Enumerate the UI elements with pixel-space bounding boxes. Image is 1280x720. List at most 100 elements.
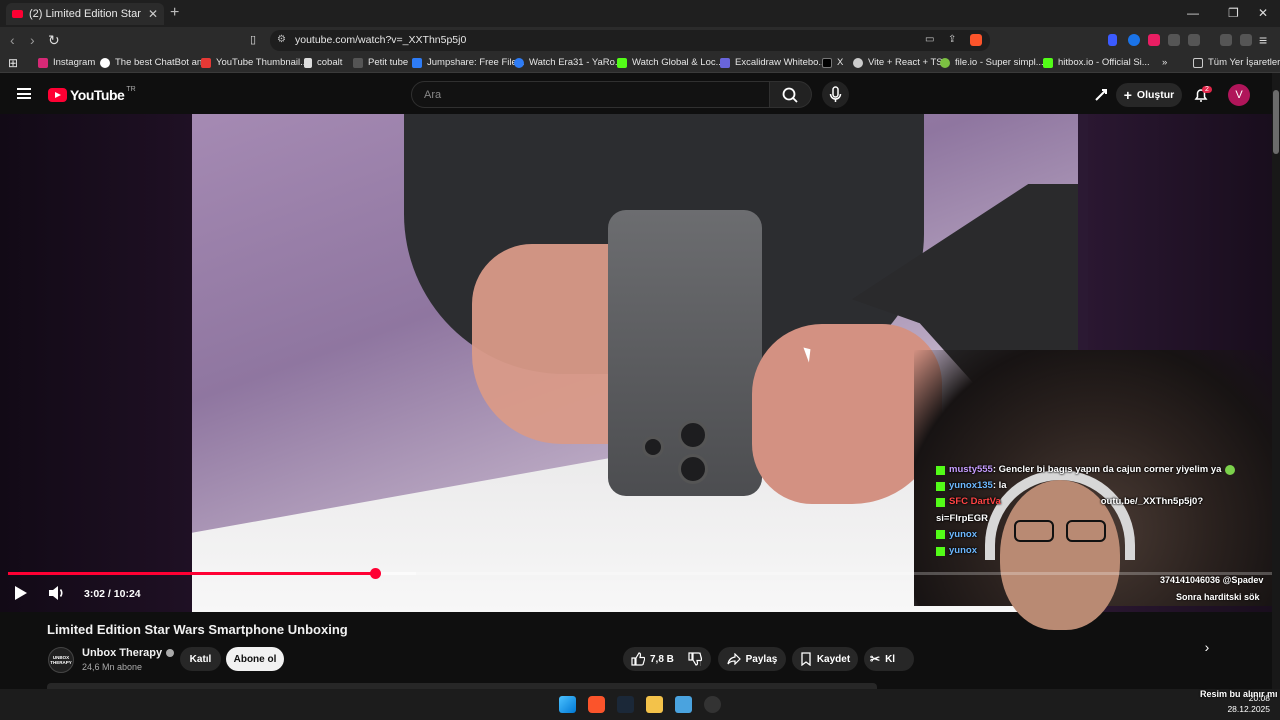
file-explorer-icon[interactable] bbox=[646, 696, 663, 713]
obs-icon[interactable] bbox=[704, 696, 721, 713]
progress-bar[interactable] bbox=[8, 568, 1272, 579]
subscriber-count: 24,6 Mn abone bbox=[82, 662, 143, 672]
stream-chat-overlay: musty555: Gencler bi bagıs yapın da caju… bbox=[936, 462, 1236, 559]
play-button[interactable] bbox=[15, 586, 27, 600]
youtube-header: YouTube TR + Oluştur 2 V bbox=[0, 73, 1280, 114]
phone-camera-lens bbox=[678, 420, 708, 450]
menu-icon[interactable]: ≡ bbox=[1259, 32, 1267, 48]
cobalt-icon bbox=[304, 57, 312, 68]
puzzle-icon[interactable] bbox=[1168, 34, 1180, 46]
kick-badge-icon bbox=[936, 465, 945, 475]
share-arrow-icon bbox=[727, 653, 741, 665]
brave-shield-icon[interactable] bbox=[970, 34, 982, 46]
bookmark-item[interactable]: file.io - Super simpl... bbox=[940, 57, 1044, 68]
reload-icon[interactable]: ↻ bbox=[48, 32, 60, 49]
share-page-icon[interactable]: ⇪ bbox=[948, 34, 956, 45]
more-bookmarks-icon[interactable]: » bbox=[1162, 57, 1167, 68]
search-box[interactable] bbox=[411, 81, 770, 108]
browser-tab-active[interactable]: (2) Limited Edition Star Wars Smartphone… bbox=[6, 3, 164, 25]
extension-icon[interactable] bbox=[1148, 34, 1160, 46]
page-scrollbar-track[interactable] bbox=[1272, 73, 1280, 689]
bookmark-item[interactable]: Watch Era31 - YaRo... bbox=[514, 57, 623, 68]
clip-button[interactable]: ✂ Kl bbox=[864, 647, 914, 671]
verified-icon bbox=[166, 649, 175, 657]
era31-icon bbox=[514, 57, 524, 68]
bookmark-item[interactable]: YouTube Thumbnail... bbox=[201, 57, 308, 68]
new-tab-button[interactable]: + bbox=[170, 4, 179, 22]
page-scrollbar-thumb[interactable] bbox=[1273, 90, 1279, 154]
channel-avatar[interactable]: UNBOX THERAPY bbox=[48, 647, 74, 673]
url-text[interactable]: youtube.com/watch?v=_XXThn5p5j0 bbox=[295, 34, 466, 46]
bookmark-item[interactable]: X bbox=[822, 57, 843, 68]
youtube-logo[interactable]: YouTube TR bbox=[48, 86, 136, 103]
bookmark-item[interactable]: Watch Global & Loc... bbox=[617, 57, 724, 68]
cast-magic-icon[interactable] bbox=[1093, 87, 1109, 103]
bookmark-item[interactable]: hitbox.io - Official Si... bbox=[1043, 57, 1150, 68]
channel-name[interactable]: Unbox Therapy bbox=[82, 647, 162, 659]
close-tab-icon[interactable]: ✕ bbox=[148, 7, 158, 21]
bookmark-item[interactable]: Instagram bbox=[38, 57, 95, 68]
restore-icon[interactable]: ❐ bbox=[1228, 6, 1239, 20]
create-button[interactable]: + Oluştur bbox=[1116, 83, 1182, 107]
bookmarks-bar: ⊞ Instagram The best ChatBot an... YouTu… bbox=[0, 53, 1280, 73]
hamburger-menu-icon[interactable] bbox=[17, 88, 31, 99]
brave-browser-icon[interactable] bbox=[588, 696, 605, 713]
jumpshare-icon bbox=[412, 57, 422, 68]
time-display: 3:02 / 10:24 bbox=[84, 588, 141, 600]
steam-icon[interactable] bbox=[617, 696, 634, 713]
search-icon bbox=[782, 87, 798, 103]
bookmark-item[interactable]: Vite + React + TS bbox=[853, 57, 943, 68]
bookmark-item[interactable]: Petit tube bbox=[353, 57, 408, 68]
windows-start-icon[interactable] bbox=[559, 696, 576, 713]
media-icon[interactable] bbox=[1220, 34, 1232, 46]
search-button[interactable] bbox=[770, 81, 812, 108]
scrubber-handle[interactable] bbox=[370, 568, 381, 579]
voice-search-button[interactable] bbox=[822, 81, 849, 108]
thumbs-down-icon[interactable] bbox=[688, 652, 702, 666]
extension-icon[interactable] bbox=[1128, 34, 1140, 46]
sidebar-icon[interactable] bbox=[1188, 34, 1200, 46]
share-button[interactable]: Paylaş bbox=[718, 647, 786, 671]
bookmark-page-icon[interactable]: ▯ bbox=[250, 33, 256, 46]
overlay-alert-text: Sonra harditski sök bbox=[1176, 592, 1260, 602]
bookmark-item[interactable]: Excalidraw Whitebo... bbox=[720, 57, 826, 68]
address-toolbar: ‹ › ↻ ▯ ⚙ youtube.com/watch?v=_XXThn5p5j… bbox=[0, 27, 1280, 53]
volume-icon[interactable] bbox=[48, 585, 66, 601]
site-settings-icon[interactable]: ⚙ bbox=[277, 34, 286, 45]
clock-date: 28.12.2025 bbox=[1227, 704, 1270, 714]
photos-icon[interactable] bbox=[675, 696, 692, 713]
minimize-icon[interactable]: — bbox=[1187, 6, 1199, 20]
bookmark-item[interactable]: The best ChatBot an... bbox=[100, 57, 210, 68]
forward-icon[interactable]: › bbox=[30, 32, 35, 48]
join-button[interactable]: Katıl bbox=[180, 647, 221, 671]
bookmark-item[interactable]: Jumpshare: Free File... bbox=[412, 57, 525, 68]
bookmark-item[interactable]: cobalt bbox=[304, 57, 342, 68]
instagram-icon bbox=[38, 57, 48, 68]
chat-message: yunox135: la bbox=[936, 478, 1235, 494]
video-content-phone bbox=[608, 210, 762, 496]
back-icon[interactable]: ‹ bbox=[10, 32, 15, 48]
tab-title: (2) Limited Edition Star Wars Smartphone… bbox=[29, 8, 142, 20]
phone-camera-lens bbox=[642, 436, 664, 458]
apps-icon[interactable]: ⊞ bbox=[8, 56, 18, 70]
notification-count-badge: 2 bbox=[1202, 86, 1212, 93]
vpn-icon[interactable] bbox=[1240, 34, 1252, 46]
cast-icon[interactable]: ▭ bbox=[925, 34, 934, 45]
search-input[interactable] bbox=[412, 82, 769, 107]
extension-icon[interactable] bbox=[1108, 34, 1117, 46]
youtube-favicon-icon bbox=[12, 10, 23, 18]
all-bookmarks-folder[interactable]: Tüm Yer İşaretleri bbox=[1193, 57, 1280, 68]
close-window-icon[interactable]: ✕ bbox=[1258, 6, 1268, 20]
emoji-icon bbox=[1225, 465, 1236, 476]
played-bar bbox=[8, 572, 375, 575]
channel-name-row[interactable]: Unbox Therapy bbox=[82, 647, 175, 659]
save-button[interactable]: Kaydet bbox=[792, 647, 858, 671]
kick-badge-icon bbox=[936, 530, 945, 540]
chat-message: musty555: Gencler bi bagıs yapın da caju… bbox=[936, 462, 1236, 478]
chevron-right-icon[interactable]: › bbox=[1196, 636, 1218, 658]
folder-icon bbox=[1193, 57, 1203, 68]
chat-message: SFC DartVa outu.be/_XXThn5p5j0? bbox=[936, 494, 1235, 510]
account-avatar[interactable]: V bbox=[1228, 84, 1250, 106]
subscribe-button[interactable]: Abone ol bbox=[226, 647, 284, 671]
browser-tab-bar: (2) Limited Edition Star Wars Smartphone… bbox=[0, 0, 1280, 27]
